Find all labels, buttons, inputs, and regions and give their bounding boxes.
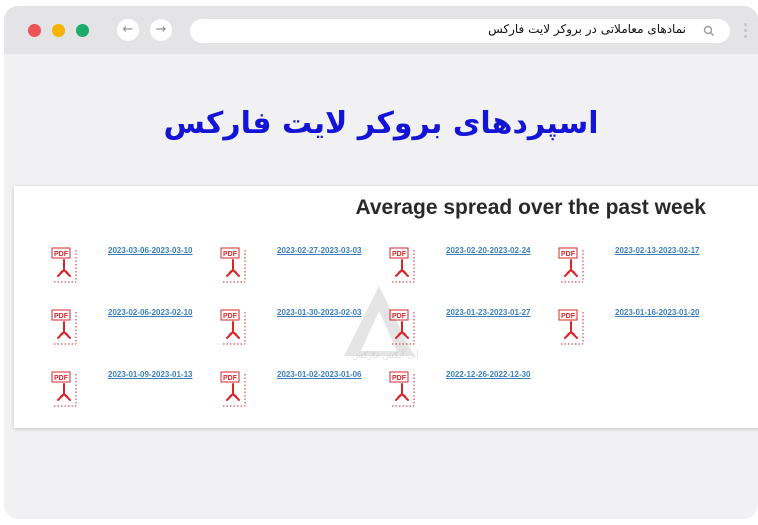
maximize-window-button[interactable] <box>76 24 89 37</box>
pdf-file-item[interactable]: PDF 2023-01-23-2023-01-27 <box>388 308 548 354</box>
page-title: اسپردهای بروکر لایت فارکس <box>163 106 599 141</box>
pdf-file-icon[interactable]: PDF <box>219 308 251 348</box>
browser-toolbar: ← → نمادهای معاملاتی در بروکر لایت فارکس <box>4 6 758 54</box>
pdf-file-item[interactable]: PDF 2022-12-26-2022-12-30 <box>388 370 548 416</box>
pdf-file-icon[interactable]: PDF <box>557 246 589 286</box>
svg-text:PDF: PDF <box>223 313 238 320</box>
close-window-button[interactable] <box>28 24 41 37</box>
pdf-file-link[interactable]: 2023-01-16-2023-01-20 <box>615 308 700 317</box>
spread-card: Average spread over the past week آف آیک… <box>14 186 758 428</box>
pdf-file-item[interactable]: PDF 2023-01-30-2023-02-03 <box>219 308 379 354</box>
browser-window: ← → نمادهای معاملاتی در بروکر لایت فارکس… <box>4 6 758 519</box>
pdf-file-icon[interactable]: PDF <box>388 246 420 286</box>
pdf-file-link[interactable]: 2023-02-06-2023-02-10 <box>108 308 193 317</box>
pdf-file-icon[interactable]: PDF <box>50 308 82 348</box>
pdf-file-icon[interactable]: PDF <box>388 308 420 348</box>
pdf-file-link[interactable]: 2023-03-06-2023-03-10 <box>108 246 193 255</box>
pdf-file-item[interactable]: PDF 2023-02-06-2023-02-10 <box>50 308 210 354</box>
pdf-file-link[interactable]: 2023-02-13-2023-02-17 <box>615 246 700 255</box>
pdf-file-item[interactable]: PDF 2023-02-27-2023-03-03 <box>219 246 379 292</box>
search-icon <box>703 25 714 36</box>
pdf-file-item[interactable]: PDF 2023-02-13-2023-02-17 <box>557 246 717 292</box>
svg-text:PDF: PDF <box>561 251 576 258</box>
pdf-file-icon[interactable]: PDF <box>557 308 589 348</box>
pdf-file-item[interactable]: PDF 2023-02-20-2023-02-24 <box>388 246 548 292</box>
svg-text:PDF: PDF <box>392 313 407 320</box>
pdf-file-icon[interactable]: PDF <box>219 370 251 410</box>
pdf-file-item[interactable]: PDF 2023-03-06-2023-03-10 <box>50 246 210 292</box>
svg-text:PDF: PDF <box>561 313 576 320</box>
pdf-file-link[interactable]: 2023-01-02-2023-01-06 <box>277 370 362 379</box>
pdf-file-link[interactable]: 2023-02-20-2023-02-24 <box>446 246 531 255</box>
forward-arrow-icon[interactable]: → <box>150 19 172 41</box>
pdf-file-link[interactable]: 2023-01-23-2023-01-27 <box>446 308 531 317</box>
minimize-window-button[interactable] <box>52 24 65 37</box>
address-bar[interactable]: نمادهای معاملاتی در بروکر لایت فارکس <box>190 19 730 43</box>
pdf-file-icon[interactable]: PDF <box>50 246 82 286</box>
svg-text:PDF: PDF <box>223 375 238 382</box>
svg-text:PDF: PDF <box>54 375 69 382</box>
card-title: Average spread over the past week <box>355 196 706 219</box>
pdf-file-icon[interactable]: PDF <box>388 370 420 410</box>
svg-text:PDF: PDF <box>392 251 407 258</box>
svg-text:PDF: PDF <box>223 251 238 258</box>
svg-text:PDF: PDF <box>392 375 407 382</box>
pdf-file-link[interactable]: 2023-01-09-2023-01-13 <box>108 370 193 379</box>
pdf-file-link[interactable]: 2023-02-27-2023-03-03 <box>277 246 362 255</box>
address-text: نمادهای معاملاتی در بروکر لایت فارکس <box>488 22 686 36</box>
pdf-file-item[interactable]: PDF 2023-01-09-2023-01-13 <box>50 370 210 416</box>
pdf-file-link[interactable]: 2023-01-30-2023-02-03 <box>277 308 362 317</box>
back-arrow-icon[interactable]: ← <box>117 19 139 41</box>
menu-dots-icon[interactable] <box>744 21 748 41</box>
pdf-file-item[interactable]: PDF 2023-01-02-2023-01-06 <box>219 370 379 416</box>
svg-text:PDF: PDF <box>54 251 69 258</box>
pdf-file-icon[interactable]: PDF <box>219 246 251 286</box>
pdf-file-link[interactable]: 2022-12-26-2022-12-30 <box>446 370 531 379</box>
pdf-file-icon[interactable]: PDF <box>50 370 82 410</box>
pdf-file-item[interactable]: PDF 2023-01-16-2023-01-20 <box>557 308 717 354</box>
svg-text:PDF: PDF <box>54 313 69 320</box>
